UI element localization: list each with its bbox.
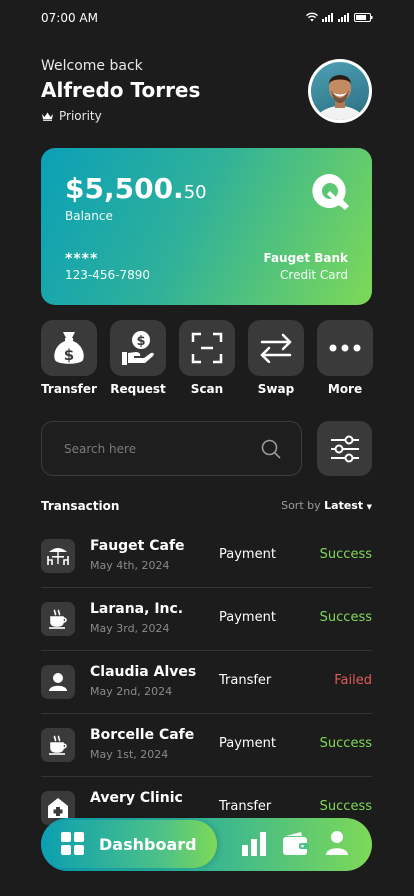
- transfer-tile[interactable]: $: [41, 320, 97, 376]
- signal-icon-2: [338, 12, 349, 22]
- tx-type: Payment: [219, 547, 276, 562]
- request-tile[interactable]: $: [110, 320, 166, 376]
- tx-status: Success: [319, 610, 372, 625]
- status-icons: [306, 12, 373, 22]
- balance-label: Balance: [65, 209, 113, 223]
- tx-type: Payment: [219, 610, 276, 625]
- more-tile[interactable]: [317, 320, 373, 376]
- search-input[interactable]: [64, 439, 244, 459]
- nav-dashboard[interactable]: Dashboard: [41, 820, 217, 868]
- tx-status: Success: [319, 736, 372, 751]
- tier-badge: Priority: [41, 109, 102, 123]
- transfer-label: Transfer: [41, 382, 97, 396]
- tx-name: Avery Clinic: [90, 790, 183, 806]
- coffee-cup-icon: [49, 735, 67, 755]
- person-icon: [49, 673, 67, 691]
- filter-sliders-icon: [330, 435, 359, 462]
- tx-date: May 4th, 2024: [90, 559, 170, 572]
- tx-date: May 2nd, 2024: [90, 685, 173, 698]
- balance-amount: $5,500.50: [65, 172, 207, 205]
- tx-name: Borcelle Cafe: [90, 727, 195, 743]
- swap-icon: [260, 333, 292, 363]
- scan-tile[interactable]: [179, 320, 235, 376]
- swap-label: Swap: [257, 382, 295, 396]
- tx-name: Larana, Inc.: [90, 601, 184, 617]
- battery-icon: [354, 12, 373, 22]
- caret-down-icon: ▼: [366, 503, 372, 511]
- transaction-row[interactable]: Larana, Inc. May 3rd, 2024 Payment Succe…: [41, 588, 372, 651]
- user-name: Alfredo Torres: [41, 78, 201, 102]
- search-box[interactable]: [41, 421, 302, 476]
- tx-status: Failed: [334, 673, 372, 688]
- tx-date: May 3rd, 2024: [90, 622, 170, 635]
- sort-dropdown[interactable]: Sort by Latest ▼: [281, 499, 372, 512]
- tx-status: Success: [319, 799, 372, 814]
- more-button[interactable]: More: [317, 320, 373, 396]
- tx-name: Fauget Cafe: [90, 538, 185, 554]
- tx-status: Success: [319, 547, 372, 562]
- tx-type: Payment: [219, 736, 276, 751]
- scan-button[interactable]: Scan: [179, 320, 235, 396]
- card-type: Credit Card: [280, 268, 348, 282]
- svg-text:$: $: [136, 334, 145, 349]
- sort-prefix: Sort by: [281, 499, 321, 512]
- greeting: Welcome back: [41, 58, 143, 74]
- swap-button[interactable]: Swap: [248, 320, 304, 396]
- request-button[interactable]: $ Request: [110, 320, 166, 396]
- tier-label: Priority: [59, 109, 102, 123]
- profile-icon[interactable]: [325, 830, 349, 856]
- transaction-row[interactable]: Fauget Cafe May 4th, 2024 Payment Succes…: [41, 525, 372, 588]
- tx-type: Transfer: [219, 799, 272, 814]
- cafe-table-icon: [47, 548, 69, 565]
- tx-name: Claudia Alves: [90, 664, 197, 680]
- signal-icon: [322, 12, 333, 22]
- coffee-cup-icon: [49, 609, 67, 629]
- nav-dashboard-label: Dashboard: [99, 834, 197, 854]
- credit-card[interactable]: $5,500.50 Balance **** 123-456-7890 Faug…: [41, 148, 372, 305]
- money-bag-icon: $: [54, 332, 84, 364]
- crown-icon: [42, 112, 53, 121]
- request-label: Request: [110, 382, 166, 396]
- transfer-button[interactable]: $ Transfer: [41, 320, 97, 396]
- avatar-photo: [311, 62, 369, 120]
- tx-icon-tile: [41, 728, 75, 762]
- quick-actions: $ Transfer $ Request Scan Swap More: [41, 320, 373, 400]
- scan-icon: [191, 332, 223, 364]
- tx-icon-tile: [41, 539, 75, 573]
- svg-text:$: $: [64, 346, 74, 364]
- tx-icon-tile: [41, 602, 75, 636]
- tx-date: May 1st, 2024: [90, 748, 169, 761]
- transactions-title: Transaction: [41, 499, 120, 513]
- search-icon[interactable]: [261, 439, 281, 459]
- card-number: 123-456-7890: [65, 268, 151, 282]
- avatar[interactable]: [308, 59, 372, 123]
- tx-icon-tile: [41, 665, 75, 699]
- bank-logo-icon: [312, 173, 349, 210]
- chart-icon[interactable]: [241, 831, 267, 857]
- more-label: More: [327, 382, 363, 396]
- transaction-row[interactable]: Claudia Alves May 2nd, 2024 Transfer Fai…: [41, 651, 372, 714]
- card-mask: ****: [65, 251, 99, 267]
- status-time: 07:00 AM: [41, 11, 98, 25]
- filter-button[interactable]: [317, 421, 372, 476]
- balance-cents: 50: [183, 182, 207, 203]
- swap-tile[interactable]: [248, 320, 304, 376]
- transaction-row[interactable]: Borcelle Cafe May 1st, 2024 Payment Succ…: [41, 714, 372, 777]
- hand-coin-icon: $: [122, 331, 154, 365]
- clinic-icon: [48, 798, 68, 818]
- sort-value: Latest: [324, 499, 364, 512]
- status-bar: 07:00 AM: [0, 0, 414, 36]
- wallet-icon[interactable]: [283, 832, 309, 856]
- scan-label: Scan: [190, 382, 224, 396]
- dashboard-icon: [61, 832, 84, 855]
- bottom-nav: Dashboard: [41, 818, 372, 871]
- wifi-icon: [306, 12, 318, 22]
- balance-main: $5,500.: [65, 172, 184, 205]
- tx-type: Transfer: [219, 673, 272, 688]
- bank-name: Fauget Bank: [263, 251, 348, 265]
- more-icon: [329, 344, 361, 352]
